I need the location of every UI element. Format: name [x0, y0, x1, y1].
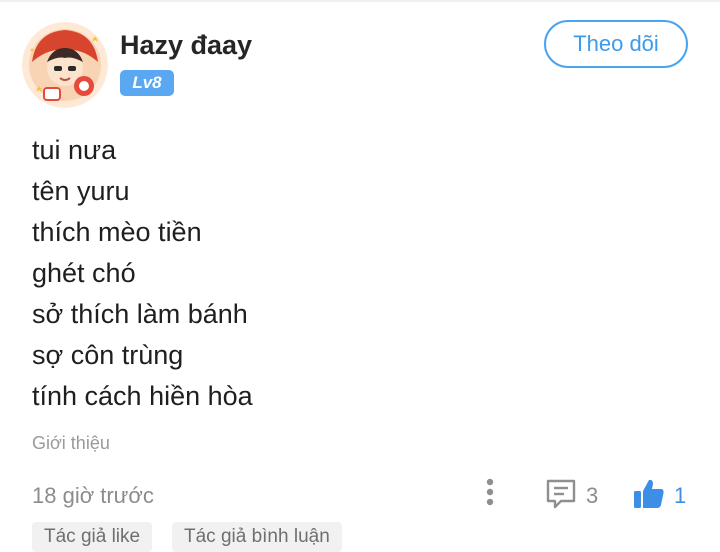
content-line: ghét chó — [32, 258, 136, 288]
content-line: tính cách hiền hòa — [32, 381, 253, 411]
like-count: 1 — [674, 483, 687, 508]
comment-button[interactable]: 3 — [544, 475, 614, 511]
post-meta-row: 18 giờ trước 3 1 — [32, 475, 702, 515]
comment-icon — [546, 479, 576, 509]
post-time: 18 giờ trước — [32, 483, 154, 508]
like-button[interactable]: 1 — [632, 475, 702, 511]
chip-author-liked[interactable]: Tác giả like — [32, 522, 153, 552]
author-name[interactable]: Hazy đaay — [120, 30, 252, 61]
level-badge: Lv8 — [120, 70, 174, 96]
more-options-button[interactable] — [476, 475, 504, 511]
content-line: sở thích làm bánh — [32, 299, 248, 329]
avatar-illustration — [22, 22, 108, 108]
content-line: thích mèo tiền — [32, 217, 202, 247]
post-header: Hazy đaay Lv8 Theo dõi — [22, 20, 698, 120]
comment-count: 3 — [586, 483, 599, 508]
top-divider — [0, 0, 720, 2]
content-line: tui nưa — [32, 135, 117, 165]
chip-author-commented[interactable]: Tác giả bình luận — [172, 522, 342, 552]
post-content: tui nưa tên yuru thích mèo tiền ghét chó… — [32, 130, 672, 417]
follow-button[interactable]: Theo dõi — [544, 20, 688, 68]
post-tag[interactable]: Giới thiệu — [32, 433, 110, 454]
thumbs-up-icon — [634, 479, 664, 508]
content-line: tên yuru — [32, 176, 130, 206]
more-vertical-icon — [486, 478, 494, 506]
content-line: sợ côn trùng — [32, 340, 184, 370]
avatar[interactable] — [22, 22, 108, 108]
